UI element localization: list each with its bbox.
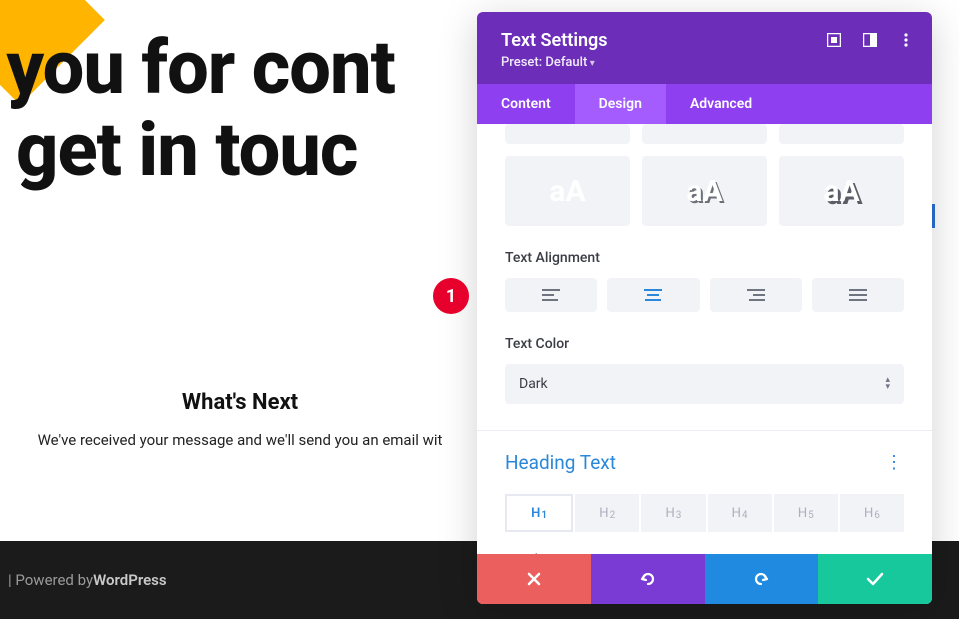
panel-header: Text Settings Preset: Default — [477, 12, 932, 84]
heading-text-group-header[interactable]: Heading Text ⋮ — [477, 431, 932, 474]
shadow-option-hard[interactable]: aA — [779, 156, 904, 226]
text-color-value: Dark — [519, 376, 548, 392]
align-right-button[interactable] — [710, 278, 802, 312]
heading-level-h5[interactable]: H5 — [774, 494, 838, 532]
shadow-option-drop[interactable]: aA — [642, 156, 767, 226]
heading-level-h2[interactable]: H2 — [575, 494, 639, 532]
panel-preset-dropdown[interactable]: Preset: Default — [501, 55, 908, 70]
panel-tabs: Content Design Advanced — [477, 84, 932, 124]
shadow-sample-label: aA — [686, 174, 722, 209]
heading-line-1: k you for cont — [0, 30, 395, 108]
panel-body: aA aA aA Text Alignment Text Color Dark … — [477, 124, 932, 554]
heading-level-row: H1 H2 H3 H4 H5 H6 — [477, 474, 932, 532]
whats-next-section: What's Next We've received your message … — [0, 390, 480, 449]
text-alignment-label: Text Alignment — [477, 226, 932, 278]
text-color-select[interactable]: Dark ▴▾ — [505, 364, 904, 404]
heading-level-h1[interactable]: H1 — [505, 494, 573, 532]
page-heading: k you for cont 'll get in touc — [0, 30, 395, 189]
heading-text-title: Heading Text — [505, 451, 616, 474]
whats-next-title: What's Next — [0, 390, 480, 415]
footer-brand: WordPress — [93, 571, 167, 589]
heading-font-label: Heading Font — [477, 532, 932, 554]
select-chevrons-icon: ▴▾ — [885, 377, 890, 391]
tab-content[interactable]: Content — [477, 84, 575, 124]
text-alignment-row — [477, 278, 932, 312]
shadow-option-soft[interactable]: aA — [505, 156, 630, 226]
footer-prefix: | Powered by — [8, 571, 93, 589]
align-center-button[interactable] — [607, 278, 699, 312]
tab-design[interactable]: Design — [575, 84, 666, 124]
save-button[interactable] — [818, 554, 932, 604]
heading-group-more-icon[interactable]: ⋮ — [884, 452, 904, 473]
heading-level-h6[interactable]: H6 — [840, 494, 904, 532]
heading-line-2: 'll get in touc — [0, 112, 395, 190]
whats-next-body: We've received your message and we'll se… — [0, 431, 480, 449]
text-color-label: Text Color — [477, 312, 932, 364]
align-left-button[interactable] — [505, 278, 597, 312]
tab-advanced[interactable]: Advanced — [666, 84, 776, 124]
shadow-option[interactable] — [779, 124, 904, 144]
redo-button[interactable] — [705, 554, 819, 604]
cancel-button[interactable] — [477, 554, 591, 604]
annotation-marker-1: 1 — [433, 278, 469, 314]
panel-header-actions — [826, 32, 914, 48]
dock-icon[interactable] — [862, 32, 878, 48]
align-justify-button[interactable] — [812, 278, 904, 312]
marker-number: 1 — [446, 286, 456, 307]
shadow-sample-label: aA — [549, 174, 585, 209]
expand-icon[interactable] — [826, 32, 842, 48]
panel-action-bar — [477, 554, 932, 604]
shadow-option[interactable] — [642, 124, 767, 144]
shadow-option[interactable] — [505, 124, 630, 144]
heading-level-h3[interactable]: H3 — [641, 494, 705, 532]
text-shadow-row-partial — [477, 124, 932, 144]
shadow-sample-label: aA — [823, 174, 859, 209]
undo-button[interactable] — [591, 554, 705, 604]
text-settings-panel: Text Settings Preset: Default Content De… — [477, 12, 932, 604]
heading-level-h4[interactable]: H4 — [708, 494, 772, 532]
text-shadow-row: aA aA aA — [477, 156, 932, 226]
more-icon[interactable] — [898, 32, 914, 48]
